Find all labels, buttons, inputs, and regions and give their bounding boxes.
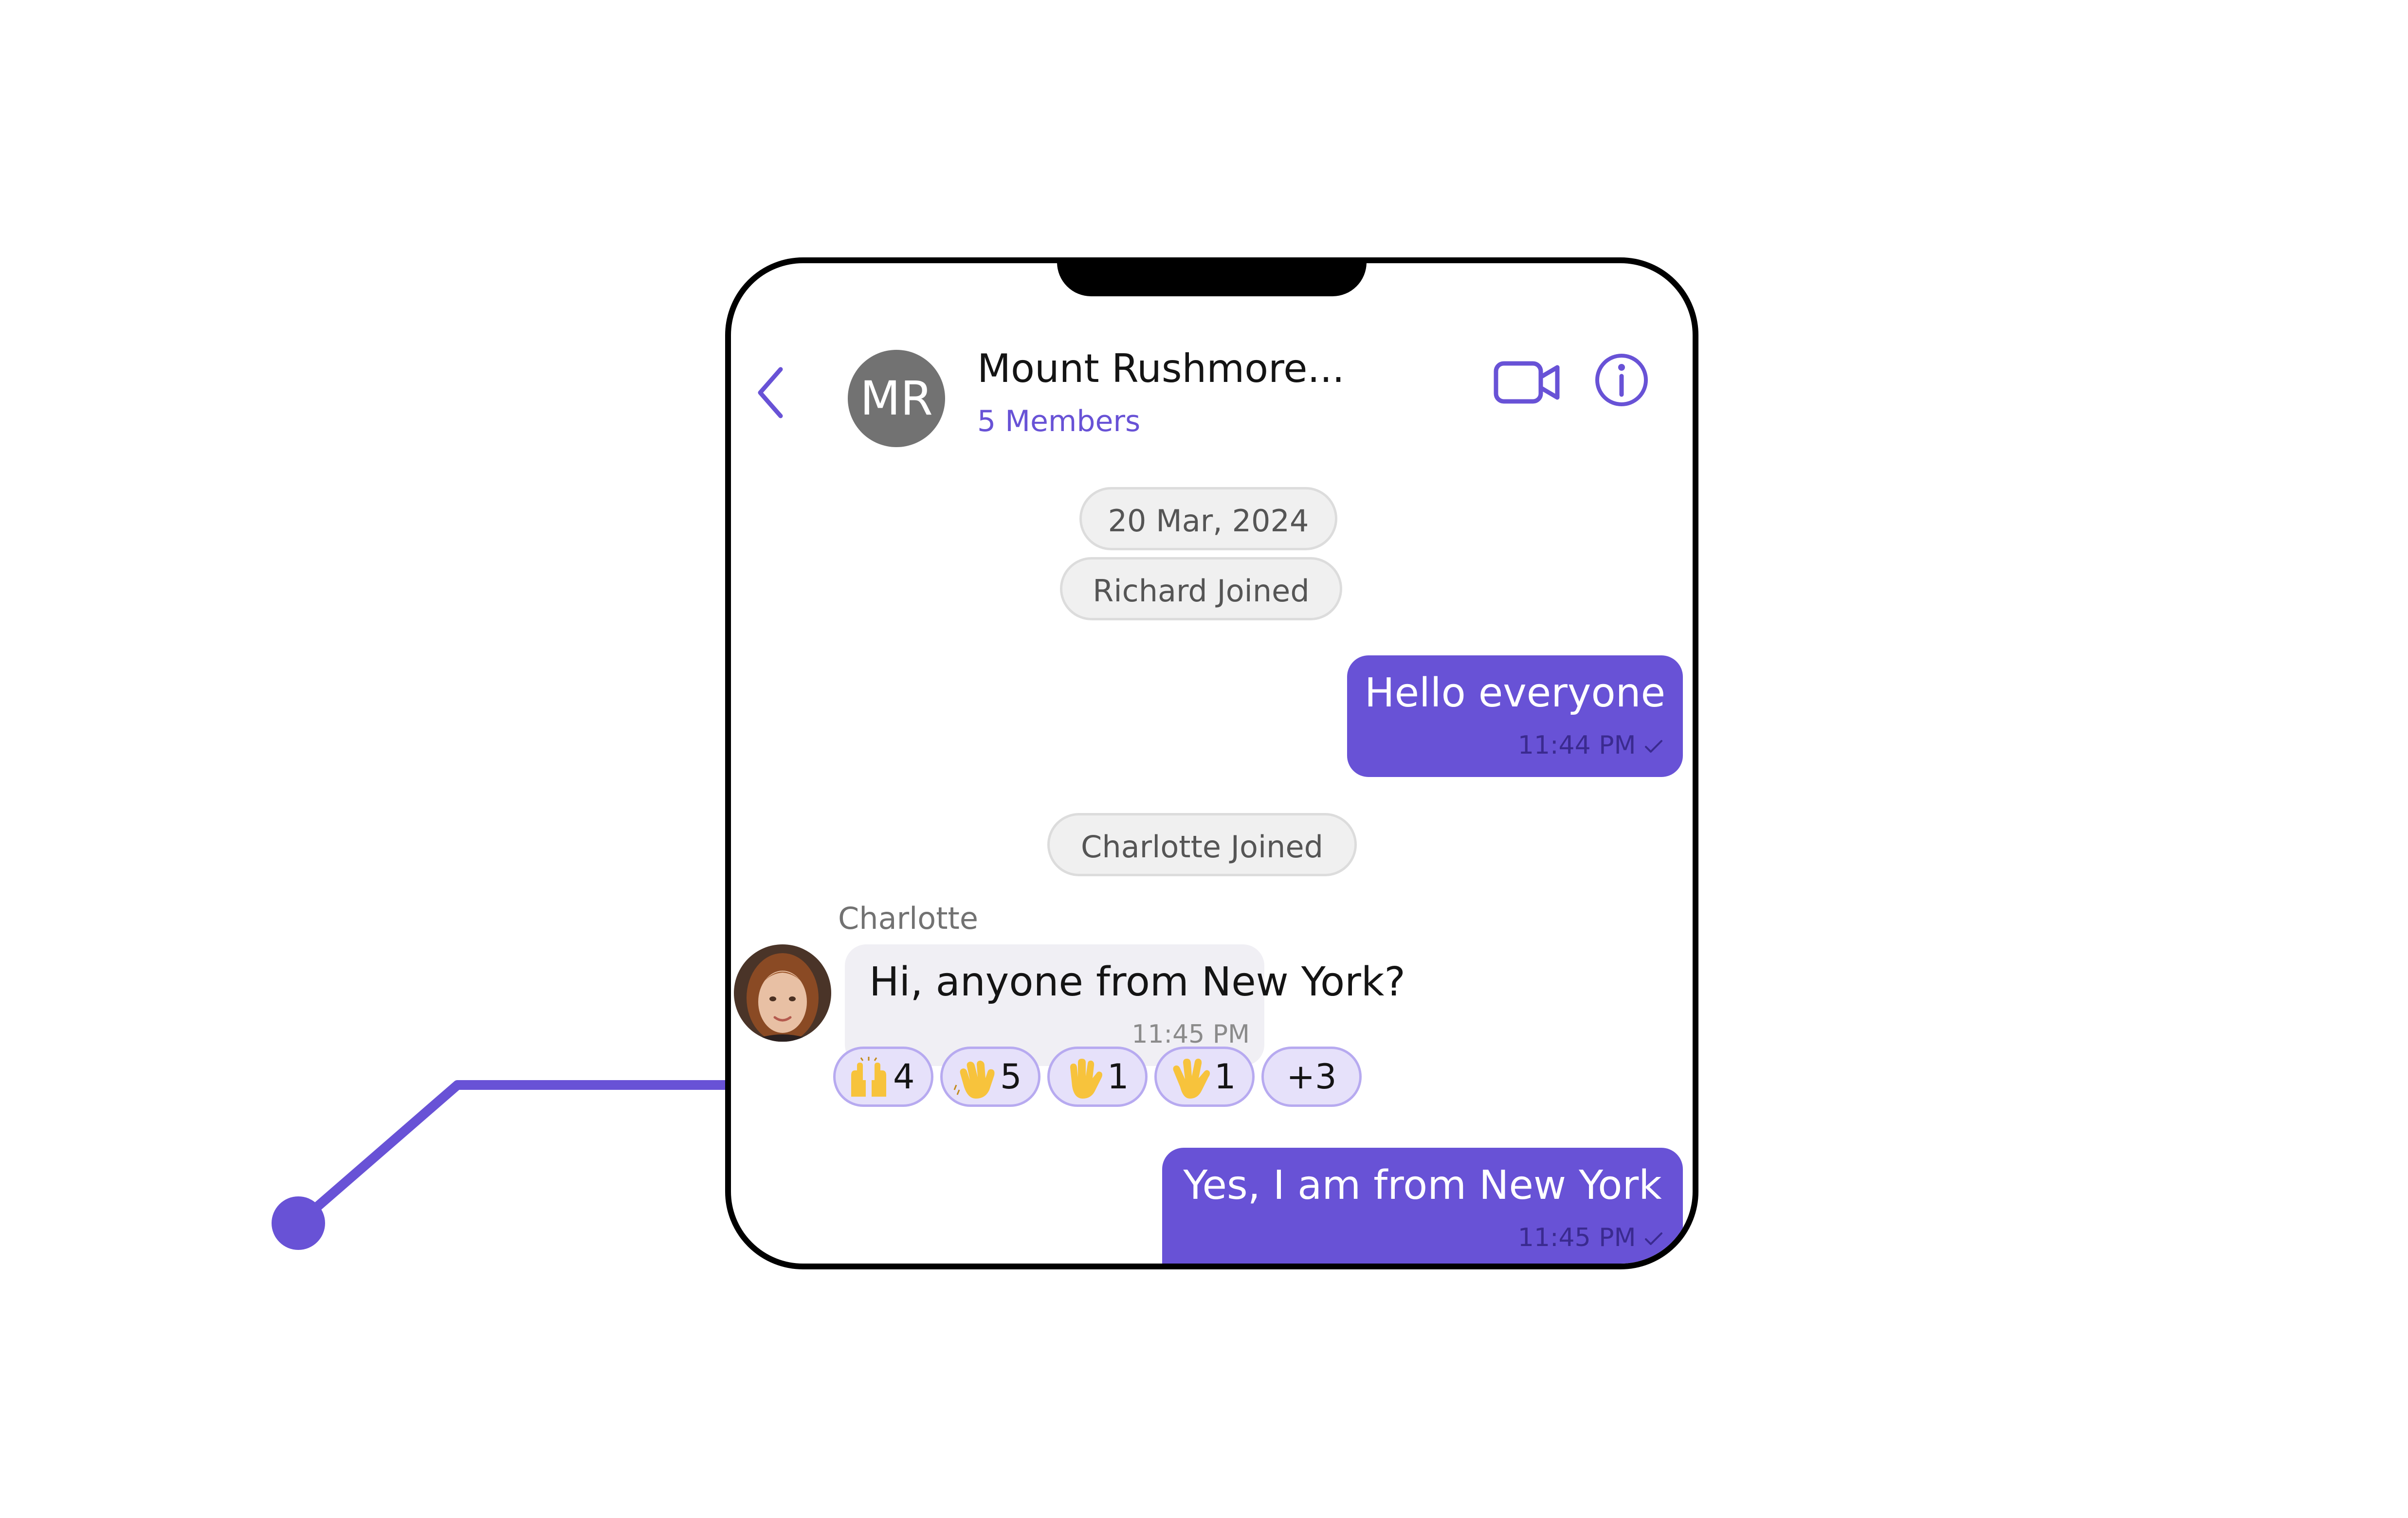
phone-frame: MR Mount Rushmore... 5 Members 20 Mar, 2… [725,257,1698,1269]
message-text: Hi, anyone from New York? [869,959,1405,1005]
reaction-count: 4 [893,1057,915,1097]
raised-hand-icon [1070,1059,1102,1099]
more-reactions-chip[interactable]: +3 [1261,1047,1362,1107]
group-avatar[interactable]: MR [848,350,945,447]
waving-hand-icon [953,1061,995,1099]
reaction-count: 1 [1107,1057,1129,1097]
phone-notch [1057,263,1367,296]
reaction-count: 1 [1214,1057,1236,1097]
message-meta: 11:44 PM [1518,731,1663,760]
reaction-chip[interactable]: 5 [940,1047,1040,1107]
reaction-chip[interactable]: 4 [833,1047,933,1107]
reaction-chip[interactable]: 1 [1047,1047,1148,1107]
outgoing-message-bubble[interactable]: Yes, I am from New York 11:45 PM [1162,1148,1683,1264]
system-message-richard-joined: Richard Joined [1060,557,1342,620]
info-icon[interactable] [1592,351,1651,409]
video-call-icon[interactable] [1492,356,1565,409]
pointer-dot [272,1196,325,1250]
sender-name: Charlotte [838,901,978,936]
system-message-charlotte-joined: Charlotte Joined [1047,813,1357,876]
outgoing-message-bubble[interactable]: Hello everyone 11:44 PM [1347,655,1683,777]
raised-hand-fingers-splayed-icon [1173,1058,1210,1099]
sent-check-icon [1645,1232,1662,1245]
message-time: 11:45 PM [1517,1223,1636,1252]
group-members-count: 5 Members [977,404,1141,438]
message-time: 11:45 PM [1131,1020,1250,1049]
message-time: 11:44 PM [1517,731,1636,760]
message-text: Hello everyone [1364,670,1666,716]
date-separator: 20 Mar, 2024 [1079,487,1337,550]
sender-avatar[interactable] [734,944,831,1042]
back-icon[interactable] [753,363,792,422]
avatar-portrait-icon [734,944,831,1042]
message-text: Yes, I am from New York [1183,1162,1662,1209]
reaction-chip[interactable]: 1 [1154,1047,1255,1107]
reaction-count: 5 [1000,1057,1022,1097]
message-meta: 11:45 PM [1518,1223,1663,1252]
more-reactions-count: +3 [1286,1057,1337,1097]
sent-check-icon [1645,740,1662,753]
group-name[interactable]: Mount Rushmore... [977,346,1345,391]
raising-hands-icon [851,1057,886,1097]
